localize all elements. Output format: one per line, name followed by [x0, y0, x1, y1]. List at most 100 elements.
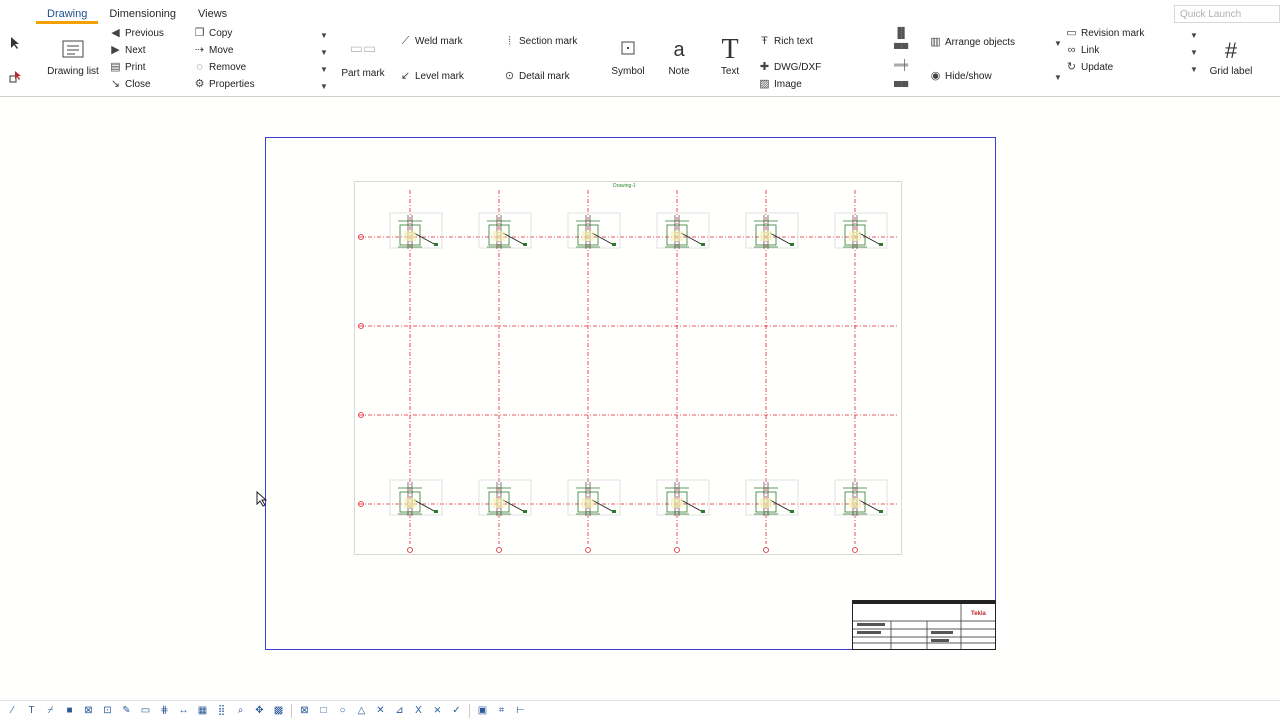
text-icon: T — [721, 34, 739, 65]
properties-button[interactable]: ⚙ Properties — [194, 79, 255, 91]
text-button[interactable]: T Text — [713, 34, 747, 78]
link-dropdown-icon[interactable]: ▼ — [1190, 48, 1198, 57]
align-left-icon[interactable]: ▐▌ — [894, 28, 908, 39]
smart-select-icon[interactable] — [9, 70, 23, 87]
remove-dropdown-icon[interactable]: ▼ — [320, 65, 328, 74]
triangle-icon[interactable]: △ — [352, 702, 371, 720]
grid-label-button[interactable]: # Grid label — [1208, 38, 1254, 77]
column-base-symbol[interactable] — [745, 212, 799, 249]
copy-dropdown-icon[interactable]: ▼ — [320, 31, 328, 40]
circle-icon[interactable]: ○ — [333, 702, 352, 720]
text-icon[interactable]: T — [22, 702, 41, 720]
snap-icon[interactable]: ⊿ — [390, 702, 409, 720]
grid-bubble — [407, 547, 413, 553]
next-button[interactable]: ▶ Next — [110, 45, 146, 57]
section-mark-button[interactable]: ⦙ Section mark — [504, 35, 578, 48]
rich-text-label: Rich text — [774, 36, 813, 47]
section-mark-label: Section mark — [519, 36, 578, 47]
rectangle-fill-icon[interactable]: ■ — [60, 702, 79, 720]
arrange-dropdown-icon[interactable]: ▼ — [1054, 39, 1062, 48]
line-icon[interactable]: ⁄ — [3, 702, 22, 720]
print-button[interactable]: ▤ Print — [110, 62, 145, 74]
magnify-icon[interactable]: ⌕ — [231, 702, 250, 720]
hide-show-dropdown-icon[interactable]: ▼ — [1054, 73, 1062, 82]
move-dropdown-icon[interactable]: ▼ — [320, 48, 328, 57]
grid-icon[interactable]: ⋕ — [155, 702, 174, 720]
detail-mark-button[interactable]: ⊙ Detail mark — [504, 71, 570, 83]
check-icon[interactable]: ✓ — [447, 702, 466, 720]
pan-icon[interactable]: ✥ — [250, 702, 269, 720]
revision-mark-button[interactable]: ▭ Revision mark — [1066, 28, 1144, 40]
column-base-symbol[interactable] — [834, 212, 888, 249]
symbol-button[interactable]: Symbol — [610, 40, 646, 77]
title-block-lines — [853, 601, 995, 649]
arrange-objects-button[interactable]: ▥ Arrange objects — [930, 37, 1015, 49]
measure-icon[interactable]: ⊢ — [511, 702, 530, 720]
rich-text-button[interactable]: Ŧ Rich text — [759, 36, 813, 48]
grid-label-icon: # — [1224, 38, 1238, 63]
properties-dropdown-icon[interactable]: ▼ — [320, 82, 328, 91]
drawing-view[interactable]: Drawing-1 — [354, 181, 902, 555]
pencil-icon[interactable]: ✎ — [117, 702, 136, 720]
square-icon[interactable]: □ — [314, 702, 333, 720]
weld-mark-icon: ⟋ — [401, 35, 410, 47]
column-base-symbol[interactable] — [478, 212, 532, 249]
cross-icon[interactable]: ⨯ — [428, 702, 447, 720]
mouse-cursor-icon — [256, 490, 268, 507]
column-base-symbol[interactable] — [656, 479, 710, 516]
drawing-list-button[interactable]: Drawing list — [44, 38, 102, 77]
column-base-symbol[interactable] — [389, 479, 443, 516]
column-base-symbol[interactable] — [389, 212, 443, 249]
part-mark-button[interactable]: ▭▭ Part mark — [340, 40, 386, 79]
select-arrow-icon[interactable] — [9, 36, 21, 53]
section-mark-icon: ⦙ — [508, 35, 511, 47]
copy-button[interactable]: ❐ Copy — [194, 28, 233, 40]
column-base-symbol[interactable] — [567, 212, 621, 249]
remove-button[interactable]: ◌ Remove — [194, 62, 246, 74]
hide-show-button[interactable]: ◉ Hide/show — [930, 71, 992, 83]
tab-dimensioning[interactable]: Dimensioning — [98, 6, 187, 24]
revision-dropdown-icon[interactable]: ▼ — [1190, 31, 1198, 40]
move-button[interactable]: ⇢ Move — [194, 45, 234, 57]
column-base-symbol[interactable] — [478, 479, 532, 516]
update-button[interactable]: ↻ Update — [1066, 62, 1113, 74]
hatch-icon[interactable]: ▦ — [193, 702, 212, 720]
next-label: Next — [125, 45, 146, 56]
link-button[interactable]: ∞ Link — [1066, 45, 1100, 57]
previous-label: Previous — [125, 28, 164, 39]
column-base-symbol[interactable] — [834, 479, 888, 516]
previous-button[interactable]: ◀ Previous — [110, 28, 164, 40]
frame-icon[interactable]: ▭ — [136, 702, 155, 720]
pattern-icon[interactable]: ▩ — [269, 702, 288, 720]
weld-mark-button[interactable]: ⟋ Weld mark — [400, 35, 463, 48]
level-mark-button[interactable]: ↙ Level mark — [400, 71, 464, 83]
align-top-icon[interactable]: ▀▀ — [894, 44, 908, 55]
dimension-icon[interactable]: ↔ — [174, 702, 193, 720]
weld-mark-label: Weld mark — [415, 36, 463, 47]
column-base-symbol[interactable] — [567, 479, 621, 516]
align-bottom-icon[interactable]: ▄▄ — [894, 76, 908, 87]
quick-launch-input[interactable]: Quick Launch — [1174, 5, 1280, 23]
dwg-dxf-button[interactable]: ✚ DWG/DXF — [759, 62, 821, 74]
zoom-icon[interactable]: ⊡ — [98, 702, 117, 720]
cut-icon[interactable]: X — [409, 702, 428, 720]
tab-views[interactable]: Views — [187, 6, 238, 24]
part-mark-label: Part mark — [341, 68, 385, 79]
cross-box-icon[interactable]: ⊠ — [79, 702, 98, 720]
note-button[interactable]: a Note — [663, 38, 695, 77]
image-button[interactable]: ▨ Image — [759, 79, 802, 91]
level-mark-label: Level mark — [415, 71, 464, 82]
column-base-symbol[interactable] — [745, 479, 799, 516]
active-snap-icon[interactable]: ▣ — [473, 702, 492, 720]
tab-drawing[interactable]: Drawing — [36, 6, 99, 24]
close-button[interactable]: ↘ Close — [110, 79, 151, 91]
close-label: Close — [125, 79, 151, 90]
column-base-symbol[interactable] — [656, 212, 710, 249]
polyline-icon[interactable]: ⌿ — [41, 702, 60, 720]
align-middle-icon[interactable]: ═╪ — [894, 60, 908, 71]
grid-dots-icon[interactable]: ⣿ — [212, 702, 231, 720]
x-icon[interactable]: ✕ — [371, 702, 390, 720]
box-x-icon[interactable]: ⊠ — [295, 702, 314, 720]
update-dropdown-icon[interactable]: ▼ — [1190, 65, 1198, 74]
ortho-icon[interactable]: ⌗ — [492, 702, 511, 720]
